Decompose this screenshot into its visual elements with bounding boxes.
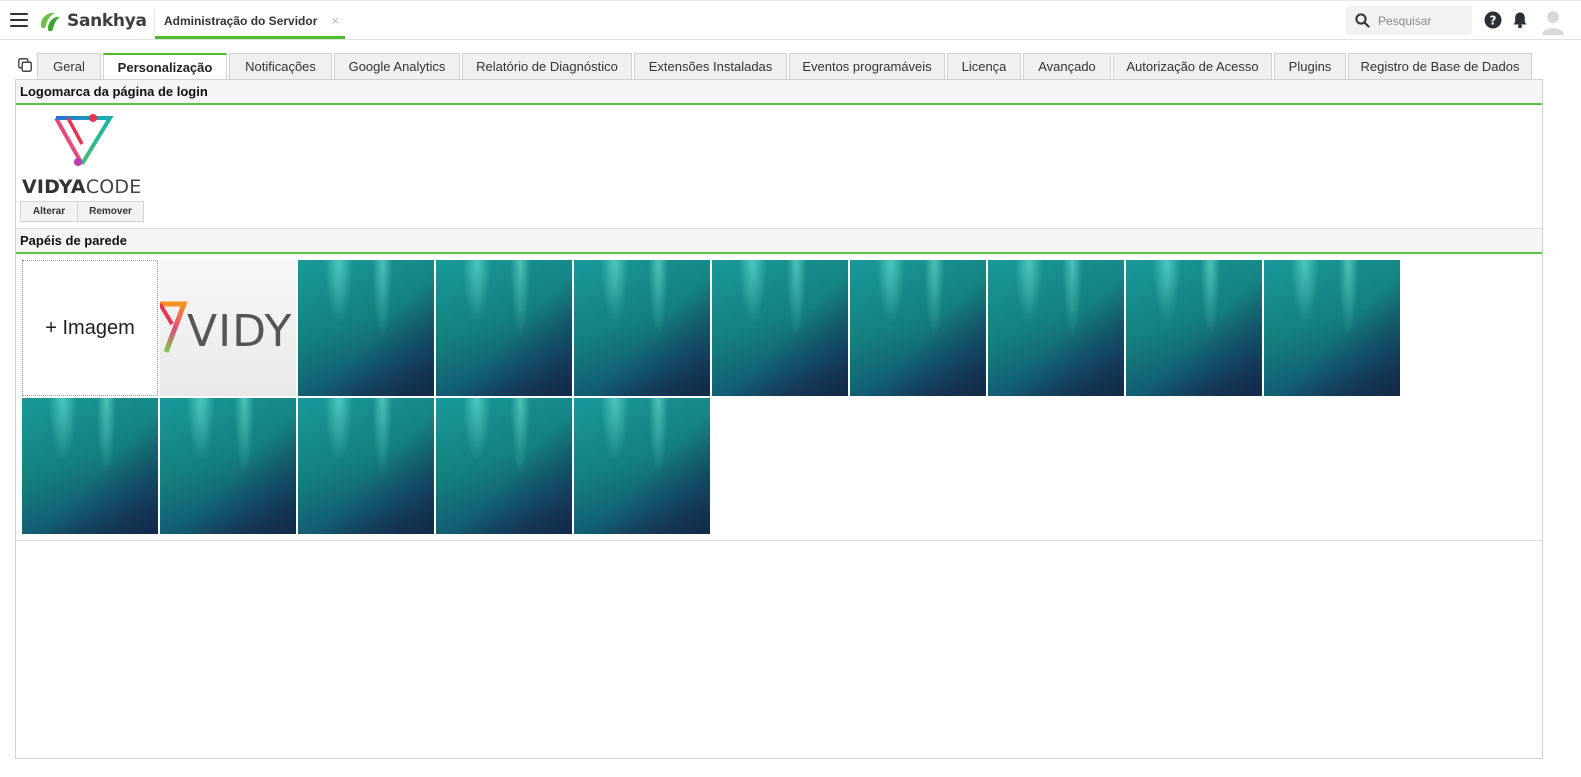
user-avatar-icon[interactable] (1541, 9, 1565, 35)
remove-logo-button[interactable]: Remover (78, 201, 144, 222)
logo-actions: Alterar Remover (20, 201, 144, 222)
tab-avancado[interactable]: Avançado (1023, 53, 1111, 79)
tab-eventos-programaveis[interactable]: Eventos programáveis (789, 53, 945, 79)
wallpaper-thumbnail[interactable] (436, 260, 572, 396)
wallpaper-thumbnail[interactable] (436, 398, 572, 534)
wallpaper-section-title: Papéis de parede (16, 229, 1542, 254)
app-tab-server-admin[interactable]: Administração do Servidor × (155, 5, 345, 39)
divider (16, 540, 1542, 541)
tab-plugins[interactable]: Plugins (1274, 53, 1346, 79)
brand-name: Sankhya (67, 11, 147, 31)
change-logo-button[interactable]: Alterar (20, 201, 78, 222)
logo-section-title: Logomarca da página de login (16, 80, 1542, 105)
wallpaper-thumbnail[interactable] (1264, 260, 1400, 396)
menu-icon[interactable] (10, 13, 28, 27)
tab-relatorio-diagnostico[interactable]: Relatório de Diagnóstico (462, 53, 632, 79)
tab-notificacoes[interactable]: Notificações (229, 53, 332, 79)
login-logo-preview: VIDYACODE (22, 114, 144, 198)
add-image-button[interactable]: + Imagem (22, 260, 158, 396)
wallpaper-thumbnail[interactable] (850, 260, 986, 396)
wallpaper-thumbnail[interactable] (988, 260, 1124, 396)
wallpaper-thumbnail[interactable] (712, 260, 848, 396)
tab-registro-base-dados[interactable]: Registro de Base de Dados (1348, 53, 1532, 79)
vidyacode-v-logo-icon (160, 301, 188, 353)
top-bar: Sankhya Administração do Servidor × ? (0, 0, 1581, 40)
tab-geral[interactable]: Geral (37, 53, 101, 79)
sankhya-leaf-icon (41, 12, 60, 32)
app-tab-label: Administração do Servidor (164, 13, 318, 28)
brand-logo[interactable]: Sankhya (38, 9, 147, 33)
wallpaper-thumbnail[interactable] (298, 260, 434, 396)
tab-autorizacao-acesso[interactable]: Autorização de Acesso (1113, 53, 1272, 79)
tab-google-analytics[interactable]: Google Analytics (334, 53, 460, 79)
wallpaper-thumbnail[interactable] (22, 398, 158, 534)
wallpaper-thumbnail[interactable] (574, 260, 710, 396)
help-icon[interactable]: ? (1484, 11, 1502, 29)
bell-icon[interactable] (1512, 11, 1528, 29)
search-icon (1355, 13, 1370, 28)
wallpaper-thumbnail[interactable] (298, 398, 434, 534)
tab-personalizacao[interactable]: Personalização (103, 53, 227, 80)
vidyacode-wordmark: VIDYACODE (22, 176, 142, 198)
wallpaper-logo-text: VIDY (187, 306, 293, 357)
wallpaper-thumbnail[interactable] (574, 398, 710, 534)
restore-windows-icon[interactable] (18, 58, 32, 72)
close-icon[interactable]: × (331, 13, 339, 28)
search-input[interactable] (1376, 12, 1466, 29)
vidyacode-v-logo-icon (54, 114, 114, 166)
personalization-panel: Logomarca da página de login VIDYACODE A… (15, 79, 1543, 759)
wallpaper-thumbnail[interactable] (160, 398, 296, 534)
settings-tabs: Geral Personalização Notificações Google… (37, 53, 1534, 80)
wallpaper-thumbnail[interactable]: VIDY (160, 260, 296, 396)
wallpaper-thumbnail[interactable] (1126, 260, 1262, 396)
tab-extensoes-instaladas[interactable]: Extensões Instaladas (634, 53, 787, 79)
search-box[interactable] (1346, 6, 1472, 35)
tab-licenca[interactable]: Licença (947, 53, 1021, 79)
svg-text:?: ? (1490, 13, 1497, 27)
